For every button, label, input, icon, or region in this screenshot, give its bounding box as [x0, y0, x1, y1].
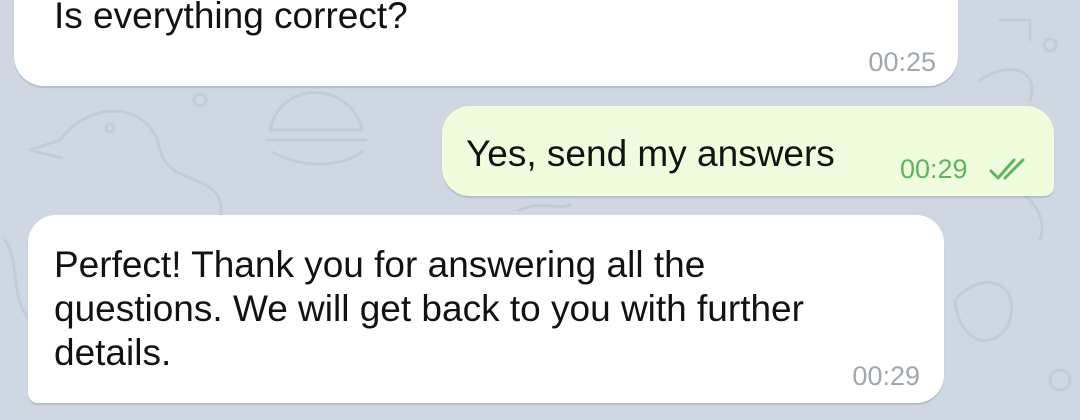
message-bubble-incoming[interactable]: Perfect! Thank you for answering all the…	[28, 215, 944, 403]
double-check-icon	[989, 158, 1025, 180]
message-text: Yes, send my answers	[466, 133, 835, 174]
message-timestamp: 00:29	[852, 361, 920, 391]
message-text: Is everything correct?	[54, 0, 408, 36]
message-bubble-incoming[interactable]: Is everything correct? 00:25	[14, 0, 958, 86]
message-timestamp: 00:25	[868, 47, 936, 77]
message-bubble-outgoing[interactable]: Yes, send my answers 00:29	[442, 106, 1054, 196]
message-timestamp: 00:29	[900, 154, 968, 184]
message-text: Perfect! Thank you for answering all the…	[54, 244, 804, 373]
